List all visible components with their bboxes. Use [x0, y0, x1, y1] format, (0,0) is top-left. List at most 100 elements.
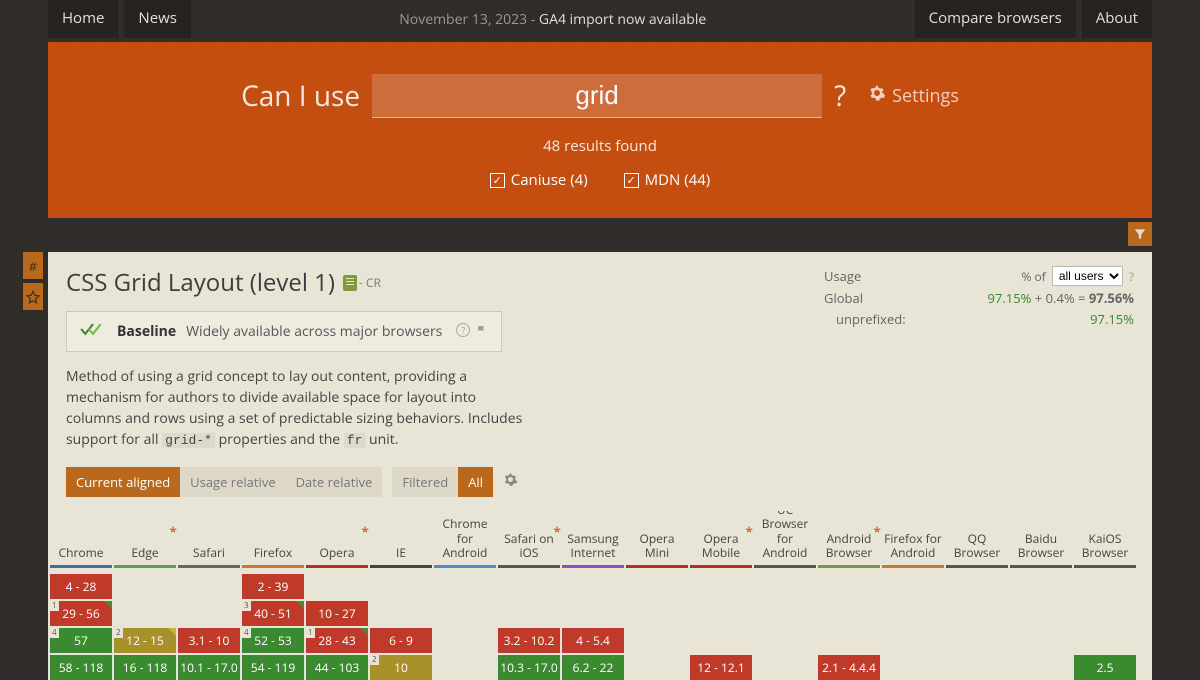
browser-header[interactable]: Safari [178, 511, 240, 565]
browser-header[interactable]: Baidu Browser [1010, 511, 1072, 565]
support-cell[interactable]: 10.1 - 17.0 [178, 655, 240, 680]
baseline-info-icon[interactable]: ? [456, 323, 470, 337]
browser-header[interactable]: Edge* [114, 511, 176, 565]
support-cell[interactable]: 29 - 561 [50, 601, 112, 626]
browser-underline [114, 565, 176, 568]
browser-underline [1074, 565, 1136, 568]
spec-link[interactable]: - CR [343, 274, 381, 291]
browser-underline [626, 565, 688, 568]
support-cell[interactable]: 3.1 - 10 [178, 628, 240, 653]
support-cell[interactable]: 4 - 28 [50, 574, 112, 599]
view-date-relative[interactable]: Date relative [286, 467, 383, 497]
cell-note: 2 [114, 628, 123, 638]
support-cell[interactable]: 58 - 118 [50, 655, 112, 680]
gear-icon [503, 472, 518, 487]
support-cell [626, 655, 688, 680]
support-cell[interactable]: 3.2 - 10.2 [498, 628, 560, 653]
support-cell[interactable]: 6 - 9 [370, 628, 432, 653]
usage-help-icon[interactable]: ? [1129, 268, 1134, 285]
browser-header[interactable]: Android Browser* [818, 511, 880, 565]
support-cell[interactable]: 2 - 39 [242, 574, 304, 599]
settings-button[interactable]: Settings [868, 84, 959, 108]
browser-header[interactable]: Chrome [50, 511, 112, 565]
browser-header[interactable]: Chrome for Android [434, 511, 496, 565]
permalink-button[interactable]: # [23, 252, 43, 279]
browser-header[interactable]: UC Browser for Android [754, 511, 816, 565]
support-cell [370, 574, 432, 599]
search-input[interactable] [372, 74, 822, 118]
pct-of-label: % of [1022, 268, 1046, 285]
browser-underline [306, 565, 368, 568]
support-cell[interactable]: 16 - 118 [114, 655, 176, 680]
nav-compare[interactable]: Compare browsers [915, 0, 1076, 38]
nav-news[interactable]: News [124, 0, 191, 38]
support-cell[interactable]: 28 - 431 [306, 628, 368, 653]
support-cell[interactable]: 102 [370, 655, 432, 680]
browser-header[interactable]: KaiOS Browser [1074, 511, 1136, 565]
view-current-aligned[interactable]: Current aligned [66, 467, 180, 497]
support-cell [1010, 655, 1072, 680]
cell-corner-icon [296, 601, 304, 609]
browser-column: Samsung Internet 4 - 5.46.2 - 22 [562, 511, 624, 680]
support-cell [946, 574, 1008, 599]
view-usage-relative[interactable]: Usage relative [180, 467, 285, 497]
asterisk-icon: * [169, 525, 177, 542]
support-cell [946, 655, 1008, 680]
hero-qmark: ? [834, 77, 846, 115]
browser-header[interactable]: Firefox [242, 511, 304, 565]
browser-header[interactable]: Samsung Internet [562, 511, 624, 565]
support-cell [626, 574, 688, 599]
browser-column: Baidu Browser [1010, 511, 1072, 680]
support-cell[interactable]: 574 [50, 628, 112, 653]
support-cell [434, 628, 496, 653]
support-cell[interactable]: 12 - 152 [114, 628, 176, 653]
support-cell [818, 628, 880, 653]
gear-icon [868, 84, 886, 108]
browser-header[interactable]: Opera Mini [626, 511, 688, 565]
support-cell[interactable]: 12 - 12.1 [690, 655, 752, 680]
cell-note: 4 [242, 628, 251, 638]
support-cell [690, 574, 752, 599]
browser-header[interactable]: Firefox for Android [882, 511, 944, 565]
support-cell[interactable]: 4 - 5.4 [562, 628, 624, 653]
view-filtered[interactable]: Filtered [392, 467, 458, 497]
asterisk-icon: * [745, 525, 753, 542]
star-icon [26, 290, 40, 304]
support-cell [754, 628, 816, 653]
usage-scope-select[interactable]: all users [1052, 266, 1123, 286]
nav-about[interactable]: About [1082, 0, 1152, 38]
nav-home[interactable]: Home [48, 0, 118, 38]
support-cell[interactable]: 10 - 27 [306, 601, 368, 626]
star-button[interactable] [23, 283, 43, 310]
support-table: Chrome 4 - 2829 - 56157458 - 118 Edge* 12 -… [48, 511, 1152, 680]
browser-header[interactable]: QQ Browser [946, 511, 1008, 565]
support-cell[interactable]: 52 - 534 [242, 628, 304, 653]
support-cell [498, 601, 560, 626]
support-cell[interactable]: 54 - 119 [242, 655, 304, 680]
support-cell [498, 574, 560, 599]
support-cell[interactable]: 2.1 - 4.4.4 [818, 655, 880, 680]
filter-caniuse-checkbox[interactable]: ✓ Caniuse (4) [490, 170, 588, 190]
topbar-announce-link[interactable]: GA4 import now available [539, 10, 706, 29]
browser-column: Chrome 4 - 2829 - 56157458 - 118 [50, 511, 112, 680]
browser-header[interactable]: Opera Mobile* [690, 511, 752, 565]
support-cell[interactable]: 44 - 103 [306, 655, 368, 680]
browser-header[interactable]: IE [370, 511, 432, 565]
filter-results-button[interactable] [1128, 222, 1152, 246]
view-controls: Current aligned Usage relative Date rela… [66, 467, 526, 497]
cell-note: 4 [50, 628, 59, 638]
support-cell[interactable]: 2.5 [1074, 655, 1136, 680]
browser-header[interactable]: Safari on iOS* [498, 511, 560, 565]
browser-header[interactable]: Opera* [306, 511, 368, 565]
browser-underline [946, 565, 1008, 568]
view-settings-button[interactable] [503, 472, 518, 491]
support-cell[interactable]: 10.3 - 17.0 [498, 655, 560, 680]
view-all[interactable]: All [458, 467, 493, 497]
browser-column: Android Browser* 2.1 - 4.4.4 [818, 511, 880, 680]
support-cell[interactable]: 40 - 513 [242, 601, 304, 626]
support-cell[interactable]: 6.2 - 22 [562, 655, 624, 680]
filter-mdn-checkbox[interactable]: ✓ MDN (44) [624, 170, 711, 190]
support-cell [1010, 628, 1072, 653]
baseline-feedback-icon[interactable] [476, 323, 489, 341]
usage-block: Usage % of all users ? Global 97.15% + 0… [824, 266, 1134, 331]
